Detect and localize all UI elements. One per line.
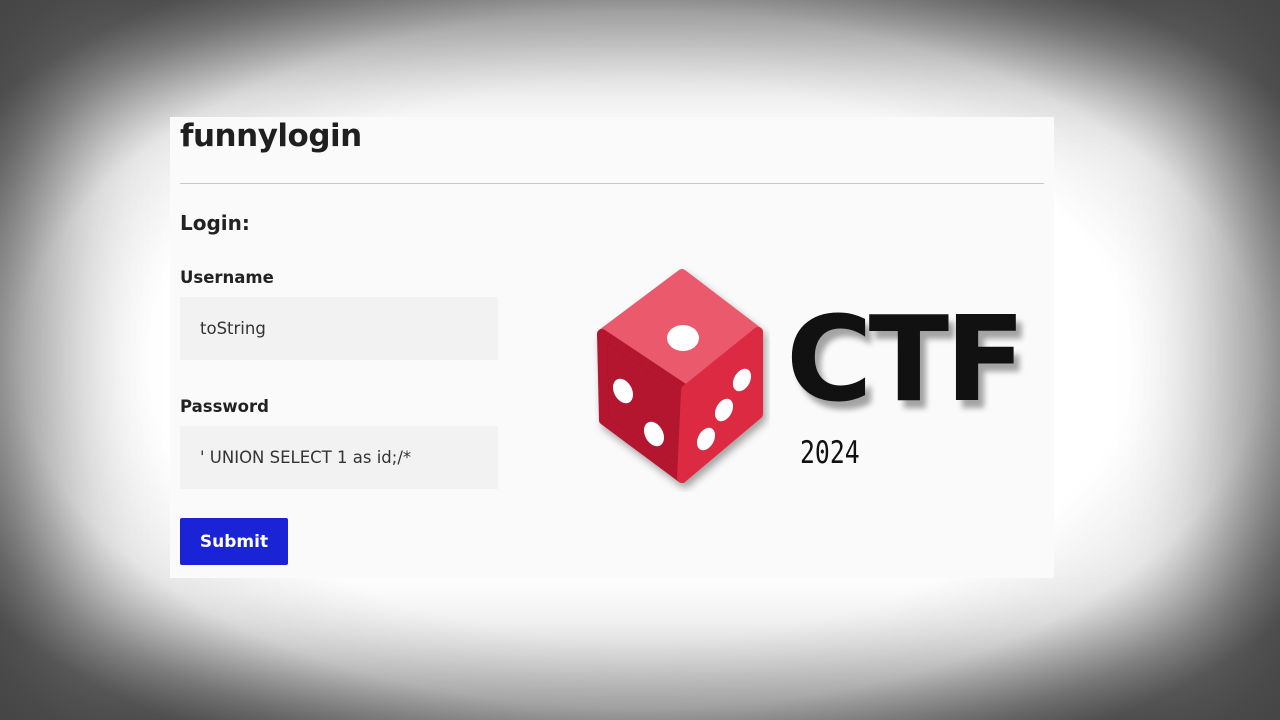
login-heading: Login: <box>180 211 250 235</box>
site-title: funnylogin <box>180 118 362 154</box>
header-divider <box>180 183 1044 184</box>
ctf-year-text: 2024 <box>800 435 860 471</box>
username-input[interactable] <box>180 297 498 360</box>
password-input[interactable] <box>180 426 498 489</box>
ctf-logo-text: CTF <box>786 290 1026 428</box>
dice-icon <box>597 269 763 483</box>
submit-button[interactable]: Submit <box>180 518 288 565</box>
username-label: Username <box>180 268 274 287</box>
password-label: Password <box>180 397 269 416</box>
